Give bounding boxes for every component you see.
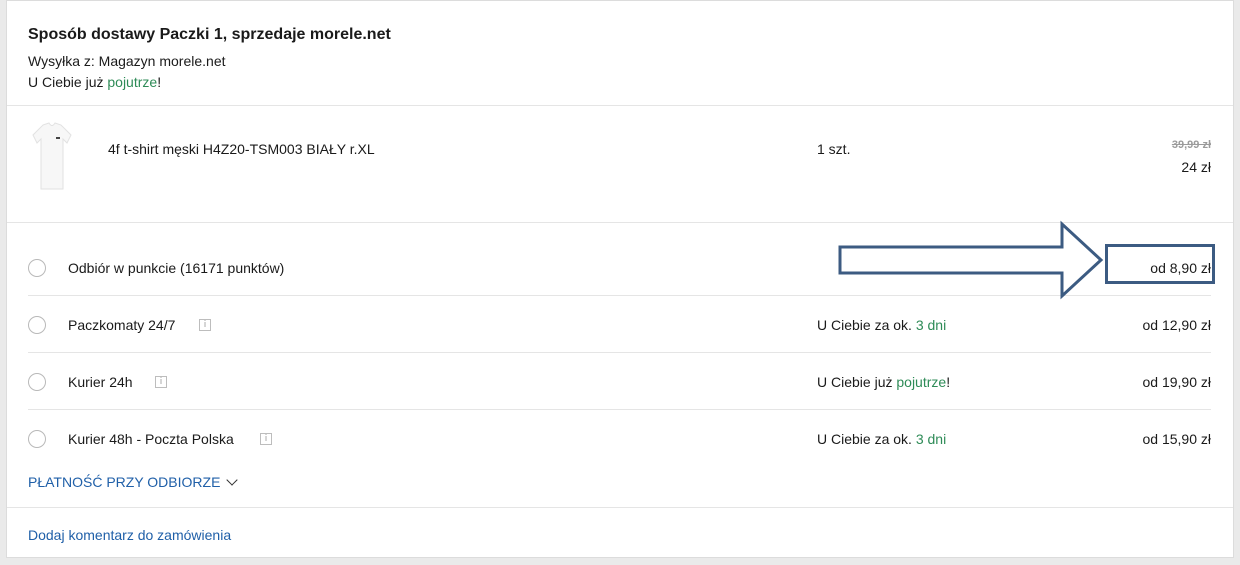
delivery-option-eta: U Ciebie za ok. 3 dni bbox=[817, 317, 946, 333]
delivery-radio-courier-48h[interactable] bbox=[28, 430, 46, 448]
eta-suffix: ! bbox=[946, 374, 951, 390]
eta-prefix: U Ciebie za ok. bbox=[817, 317, 916, 333]
shipment-eta: U Ciebie już pojutrze! bbox=[28, 74, 161, 90]
delivery-option-label[interactable]: Paczkomaty 24/7 bbox=[68, 317, 175, 333]
chevron-down-icon bbox=[226, 474, 239, 486]
add-order-comment-link[interactable]: Dodaj komentarz do zamówienia bbox=[28, 527, 231, 543]
divider bbox=[7, 507, 1233, 508]
eta-highlight: pojutrze bbox=[896, 374, 947, 390]
annotation-arrow-icon bbox=[838, 220, 1104, 300]
eta-prefix: U Ciebie już bbox=[817, 374, 897, 390]
delivery-option-eta: U Ciebie już pojutrze! bbox=[817, 374, 950, 390]
payment-toggle-label: PŁATNOŚĆ PRZY ODBIORZE bbox=[28, 474, 221, 490]
divider bbox=[28, 409, 1211, 410]
delivery-option-price: od 15,90 zł bbox=[1142, 431, 1212, 447]
tshirt-icon bbox=[32, 122, 72, 190]
eta-prefix: U Ciebie już bbox=[28, 74, 108, 90]
eta-highlight: 3 dni bbox=[915, 317, 947, 333]
info-icon[interactable]: i bbox=[199, 319, 211, 331]
product-name[interactable]: 4f t-shirt męski H4Z20-TSM003 BIAŁY r.XL bbox=[108, 141, 375, 157]
divider bbox=[28, 352, 1211, 353]
eta-prefix: U Ciebie za ok. bbox=[817, 431, 916, 447]
product-old-price: 39,99 zł bbox=[1171, 139, 1211, 151]
divider bbox=[7, 105, 1233, 106]
info-icon[interactable]: i bbox=[155, 376, 167, 388]
delivery-option-label[interactable]: Kurier 48h - Poczta Polska bbox=[68, 431, 234, 447]
shipping-from: Wysyłka z: Magazyn morele.net bbox=[28, 53, 226, 69]
delivery-radio-paczkomaty[interactable] bbox=[28, 316, 46, 334]
eta-highlight: pojutrze bbox=[107, 74, 158, 90]
product-image[interactable] bbox=[29, 121, 75, 193]
annotation-highlight-box bbox=[1105, 244, 1215, 284]
delivery-radio-pickup-point[interactable] bbox=[28, 259, 46, 277]
delivery-option-price: od 19,90 zł bbox=[1142, 374, 1212, 390]
eta-suffix: ! bbox=[157, 74, 162, 90]
payment-on-delivery-toggle[interactable]: PŁATNOŚĆ PRZY ODBIORZE bbox=[28, 474, 239, 490]
product-quantity: 1 szt. bbox=[817, 141, 851, 157]
shipment-title: Sposób dostawy Paczki 1, sprzedaje morel… bbox=[28, 26, 391, 43]
delivery-option-price: od 12,90 zł bbox=[1142, 317, 1212, 333]
delivery-radio-courier-24h[interactable] bbox=[28, 373, 46, 391]
product-price: 24 zł bbox=[1181, 159, 1211, 175]
eta-highlight: 3 dni bbox=[915, 431, 947, 447]
delivery-option-label[interactable]: Kurier 24h bbox=[68, 374, 133, 390]
delivery-option-label[interactable]: Odbiór w punkcie (16171 punktów) bbox=[68, 260, 284, 276]
delivery-option-eta: U Ciebie za ok. 3 dni bbox=[817, 431, 946, 447]
info-icon[interactable]: i bbox=[260, 433, 272, 445]
